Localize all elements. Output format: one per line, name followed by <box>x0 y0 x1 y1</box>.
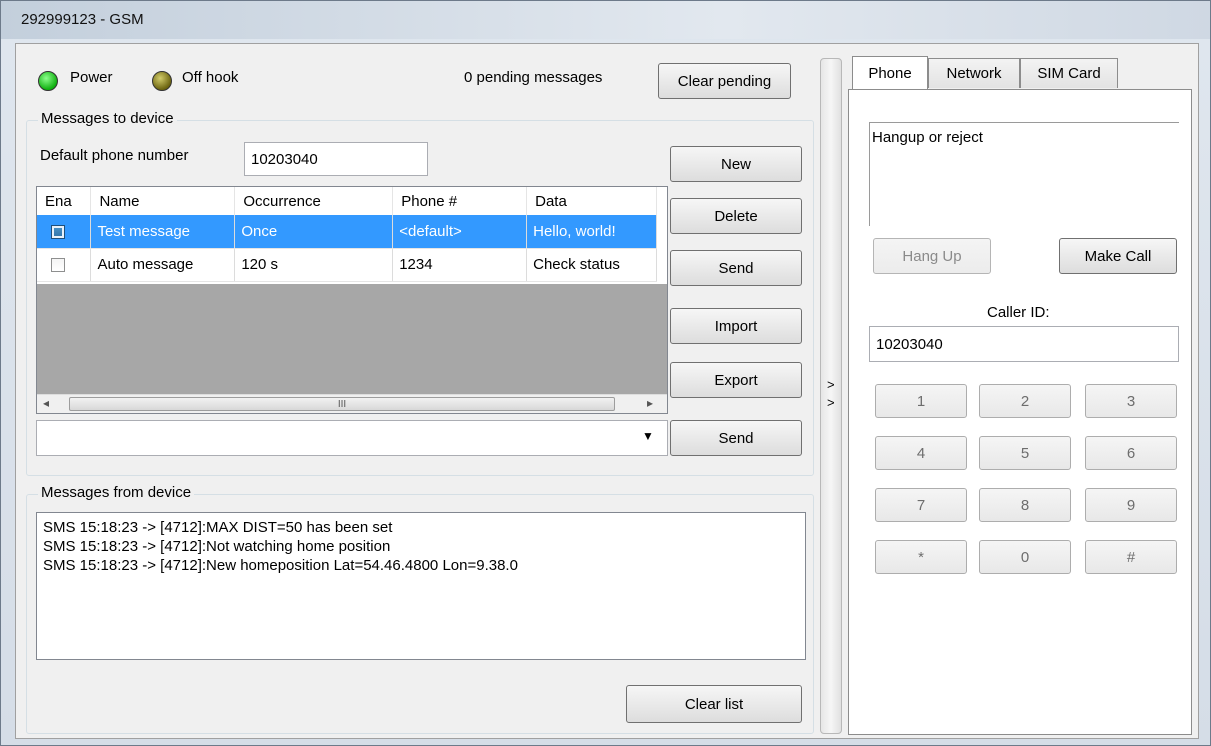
enable-checkbox[interactable] <box>51 258 65 273</box>
import-button[interactable]: Import <box>670 308 802 344</box>
row-occurrence: 120 s <box>234 248 394 282</box>
tab-network[interactable]: Network <box>928 58 1020 88</box>
scroll-right-arrow-icon[interactable]: ▸ <box>647 396 653 410</box>
keypad-key-7[interactable]: 7 <box>875 488 967 522</box>
window-title: 292999123 - GSM <box>21 11 144 28</box>
hang-up-button[interactable]: Hang Up <box>873 238 991 274</box>
splitter-chevron-icon: > <box>827 395 835 410</box>
messages-listview[interactable]: Ena Name Occurrence Phone # Data Test me… <box>36 186 668 414</box>
make-call-button[interactable]: Make Call <box>1059 238 1177 274</box>
title-bar[interactable]: 292999123 - GSM <box>1 1 1210 39</box>
keypad-key-4[interactable]: 4 <box>875 436 967 470</box>
row-data: Hello, world! <box>526 215 657 249</box>
client-area: Power Off hook 0 pending messages Clear … <box>15 43 1199 739</box>
listview-empty-area <box>37 284 667 394</box>
messages-to-device-label: Messages to device <box>38 110 177 127</box>
row-data: Check status <box>526 248 657 282</box>
messages-table: Ena Name Occurrence Phone # Data Test me… <box>37 187 657 282</box>
column-header-name[interactable]: Name <box>90 187 236 215</box>
scroll-thumb[interactable]: III <box>69 397 615 411</box>
scroll-left-arrow-icon[interactable]: ◂ <box>43 396 49 410</box>
send-button[interactable]: Send <box>670 250 802 286</box>
call-status-text: Hangup or reject <box>869 122 1179 226</box>
row-occurrence: Once <box>234 215 394 249</box>
tab-sim-card[interactable]: SIM Card <box>1020 58 1118 88</box>
power-label: Power <box>70 69 113 86</box>
row-name: Auto message <box>90 248 236 282</box>
new-button[interactable]: New <box>670 146 802 182</box>
tab-strip: Phone Network SIM Card <box>848 56 1192 92</box>
enable-checkbox[interactable] <box>51 224 65 239</box>
keypad-key-9[interactable]: 9 <box>1085 488 1177 522</box>
delete-button[interactable]: Delete <box>670 198 802 234</box>
row-phone: 1234 <box>392 248 528 282</box>
table-row[interactable]: Auto message 120 s 1234 Check status <box>37 248 657 282</box>
send-combo-button[interactable]: Send <box>670 420 802 456</box>
phone-tab-page: Hangup or reject Hang Up Make Call Calle… <box>848 89 1192 735</box>
list-item[interactable]: SMS 15:18:23 -> [4712]:MAX DIST=50 has b… <box>43 518 799 537</box>
keypad-key-hash[interactable]: # <box>1085 540 1177 574</box>
keypad-key-2[interactable]: 2 <box>979 384 1071 418</box>
column-header-ena[interactable]: Ena <box>37 187 92 215</box>
clear-list-button[interactable]: Clear list <box>626 685 802 723</box>
tab-phone[interactable]: Phone <box>852 56 928 89</box>
caller-id-label: Caller ID: <box>987 304 1050 321</box>
keypad-key-5[interactable]: 5 <box>979 436 1071 470</box>
panel-splitter[interactable]: > > <box>820 58 842 734</box>
list-item[interactable]: SMS 15:18:23 -> [4712]:Not watching home… <box>43 537 799 556</box>
phone-panel: Phone Network SIM Card Hangup or reject … <box>848 56 1192 736</box>
horizontal-scrollbar[interactable]: ◂ III ▸ <box>37 394 667 413</box>
pending-count: 0 pending messages <box>464 69 603 86</box>
default-phone-input[interactable]: 10203040 <box>244 142 428 176</box>
export-button[interactable]: Export <box>670 362 802 398</box>
dropdown-arrow-icon[interactable]: ▼ <box>642 429 654 443</box>
list-item[interactable]: SMS 15:18:23 -> [4712]:New homeposition … <box>43 556 799 575</box>
power-led-icon <box>38 71 58 91</box>
keypad-key-0[interactable]: 0 <box>979 540 1071 574</box>
clear-pending-button[interactable]: Clear pending <box>658 63 791 99</box>
offhook-led-icon <box>152 71 172 91</box>
table-header: Ena Name Occurrence Phone # Data <box>37 187 657 215</box>
column-header-phone[interactable]: Phone # <box>392 187 528 215</box>
keypad-key-6[interactable]: 6 <box>1085 436 1177 470</box>
keypad-key-star[interactable]: * <box>875 540 967 574</box>
default-phone-label: Default phone number <box>40 147 189 164</box>
caller-id-input[interactable]: 10203040 <box>869 326 1179 362</box>
splitter-chevron-icon: > <box>827 377 835 392</box>
column-header-data[interactable]: Data <box>526 187 657 215</box>
gsm-window: 292999123 - GSM Power Off hook 0 pending… <box>0 0 1211 746</box>
table-row[interactable]: Test message Once <default> Hello, world… <box>37 215 657 249</box>
row-phone: <default> <box>392 215 528 249</box>
column-header-occurrence[interactable]: Occurrence <box>234 187 394 215</box>
keypad-key-3[interactable]: 3 <box>1085 384 1177 418</box>
offhook-label: Off hook <box>182 69 239 86</box>
keypad-key-1[interactable]: 1 <box>875 384 967 418</box>
messages-from-device-listbox[interactable]: SMS 15:18:23 -> [4712]:MAX DIST=50 has b… <box>36 512 806 660</box>
message-combobox[interactable] <box>36 420 668 456</box>
row-name: Test message <box>90 215 236 249</box>
messages-from-device-label: Messages from device <box>38 484 195 501</box>
keypad-key-8[interactable]: 8 <box>979 488 1071 522</box>
